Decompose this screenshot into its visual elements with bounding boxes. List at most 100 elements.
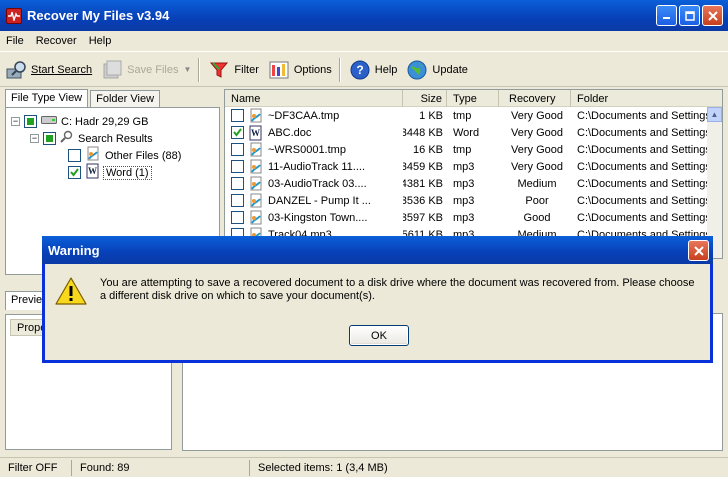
update-button[interactable]: Update	[401, 56, 471, 84]
other-files-label: Other Files (88)	[105, 149, 182, 162]
dialog-close-button[interactable]	[688, 240, 709, 261]
file-name: ~DF3CAA.tmp	[268, 109, 340, 122]
options-icon	[267, 58, 291, 82]
start-search-button[interactable]: Start Search	[0, 56, 96, 84]
search-results-icon	[60, 130, 74, 147]
filter-button[interactable]: Filter	[203, 56, 262, 84]
menu-file[interactable]: File	[0, 35, 30, 47]
file-type: mp3	[453, 194, 475, 207]
file-size: 3459 KB	[403, 160, 443, 173]
file-name: 11-AudioTrack 11....	[268, 160, 366, 173]
tree-node-other-files[interactable]: Other Files (88)	[68, 146, 182, 164]
file-type: mp3	[453, 211, 475, 224]
chevron-down-icon[interactable]: ▼	[184, 65, 192, 74]
tab-file-type-view[interactable]: File Type View	[5, 89, 89, 108]
checkbox[interactable]	[68, 149, 81, 162]
table-row[interactable]: W ABC.doc 3448 KB Word Very Good C:\Documents…	[225, 124, 722, 141]
table-row[interactable]: 03-Kingston Town.... 3597 KB mp3 Good C:\Doc…	[225, 209, 722, 226]
search-icon	[4, 58, 28, 82]
update-label: Update	[432, 63, 468, 76]
file-icon	[248, 159, 264, 175]
save-files-label: Save Files	[127, 63, 179, 76]
tree-node-drive[interactable]: − C: Hadr 29,29 GB	[11, 113, 148, 130]
row-checkbox[interactable]	[231, 160, 244, 173]
file-type: tmp	[453, 109, 472, 122]
column-recovery[interactable]: Recovery	[499, 90, 571, 107]
table-row[interactable]: 03-AudioTrack 03.... 4381 KB mp3 Medium C:\D…	[225, 175, 722, 192]
column-type[interactable]: Type	[447, 90, 499, 107]
column-size[interactable]: Size	[403, 90, 447, 107]
ok-button[interactable]: OK	[349, 325, 409, 346]
file-list: Name Size Type Recovery Folder ~DF3CAA.t…	[224, 89, 723, 259]
scroll-up-button[interactable]: ▲	[707, 107, 722, 122]
word-doc-icon: W	[85, 163, 101, 182]
file-icon	[248, 193, 264, 209]
status-selected: Selected items: 1 (3,4 MB)	[258, 461, 388, 474]
collapse-toggle[interactable]: −	[11, 117, 20, 126]
save-files-button[interactable]: Save Files ▼	[96, 56, 195, 84]
dialog-message: You are attempting to save a recovered d…	[100, 277, 695, 302]
file-name: 03-AudioTrack 03....	[268, 177, 367, 190]
help-button[interactable]: ? Help	[344, 56, 402, 84]
file-icon	[248, 176, 264, 192]
checkbox[interactable]	[43, 132, 56, 145]
checkbox[interactable]	[68, 166, 81, 179]
tab-folder-view[interactable]: Folder View	[90, 90, 161, 107]
dialog-titlebar: Warning	[42, 236, 713, 264]
window-title: Recover My Files v3.94	[27, 8, 170, 23]
file-name: ABC.doc	[268, 126, 312, 139]
svg-text:W: W	[251, 128, 260, 138]
warning-dialog: Warning You are attempting to save a rec…	[42, 236, 713, 363]
file-size: 16 KB	[413, 143, 443, 156]
toolbar-separator	[338, 57, 341, 82]
column-name[interactable]: Name	[225, 90, 403, 107]
tree-node-word[interactable]: W Word (1)	[68, 163, 152, 182]
table-row[interactable]: ~WRS0001.tmp 16 KB tmp Very Good C:\Document…	[225, 141, 722, 158]
help-icon: ?	[348, 58, 372, 82]
options-label: Options	[293, 63, 332, 76]
column-folder[interactable]: Folder	[571, 90, 721, 107]
row-checkbox[interactable]	[231, 126, 244, 139]
options-button[interactable]: Options	[263, 56, 336, 84]
file-size: 1 KB	[419, 109, 443, 122]
file-recovery: Very Good	[511, 109, 563, 122]
file-size: 3597 KB	[403, 211, 443, 224]
tree-node-search-results[interactable]: − Search Results	[30, 130, 153, 147]
close-button[interactable]	[702, 5, 723, 26]
search-results-label: Search Results	[78, 132, 153, 145]
file-name: ~WRS0001.tmp	[268, 143, 346, 156]
file-recovery: Good	[523, 211, 551, 224]
svg-text:?: ?	[356, 63, 363, 77]
checkbox[interactable]	[24, 115, 37, 128]
file-recovery: Medium	[517, 177, 557, 190]
table-row[interactable]: ~DF3CAA.tmp 1 KB tmp Very Good C:\Documents …	[225, 107, 722, 124]
table-row[interactable]: DANZEL - Pump It ... 3536 KB mp3 Poor C:\Doc…	[225, 192, 722, 209]
toolbar: Start Search Save Files ▼ Filter Options…	[0, 53, 728, 87]
row-checkbox[interactable]	[231, 143, 244, 156]
maximize-button[interactable]	[679, 5, 700, 26]
menu-help[interactable]: Help	[83, 35, 118, 47]
app-icon	[6, 7, 22, 24]
window-titlebar: Recover My Files v3.94	[0, 0, 728, 31]
status-bar: Filter OFF Found: 89 Selected items: 1 (…	[0, 457, 728, 477]
file-recovery: Poor	[525, 194, 549, 207]
dialog-title: Warning	[48, 242, 100, 258]
file-folder: C:\Documents and Settings	[577, 194, 707, 207]
save-icon	[100, 58, 124, 82]
file-size: 4381 KB	[403, 177, 443, 190]
toolbar-separator	[198, 57, 201, 82]
file-recovery: Very Good	[511, 143, 563, 156]
collapse-toggle[interactable]: −	[30, 134, 39, 143]
table-row[interactable]: 11-AudioTrack 11.... 3459 KB mp3 Very Good C…	[225, 158, 722, 175]
minimize-button[interactable]	[656, 5, 677, 26]
row-checkbox[interactable]	[231, 109, 244, 122]
warning-icon	[55, 276, 87, 309]
filter-label: Filter	[234, 63, 259, 76]
menu-recover[interactable]: Recover	[30, 35, 83, 47]
row-checkbox[interactable]	[231, 177, 244, 190]
file-name: 03-Kingston Town....	[268, 211, 368, 224]
row-checkbox[interactable]	[231, 194, 244, 207]
row-checkbox[interactable]	[231, 211, 244, 224]
file-type: Word	[453, 126, 480, 139]
status-filter: Filter OFF	[0, 459, 72, 476]
